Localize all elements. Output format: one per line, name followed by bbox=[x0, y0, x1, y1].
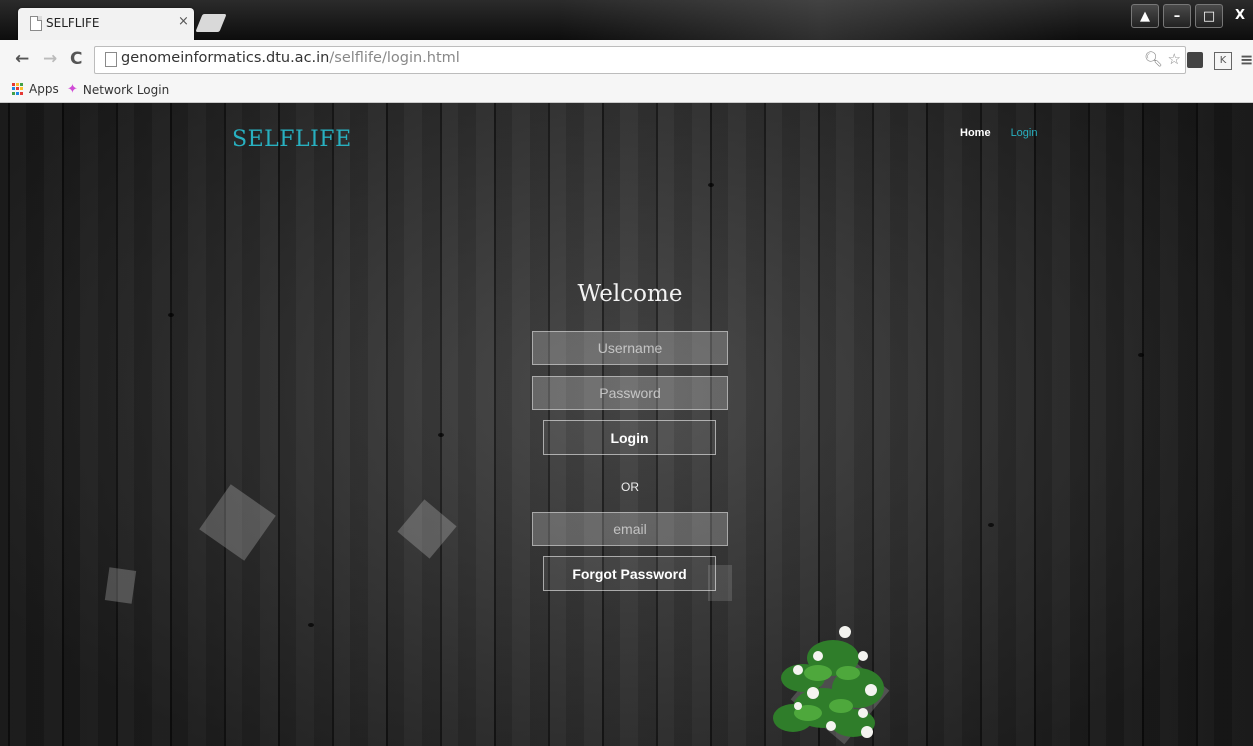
back-button[interactable]: ← bbox=[15, 49, 29, 69]
login-button[interactable]: Login bbox=[543, 420, 716, 455]
apps-grid-icon bbox=[12, 83, 24, 95]
wood-knot bbox=[168, 313, 174, 317]
wood-knot bbox=[308, 623, 314, 627]
url-path: /selflife/login.html bbox=[329, 50, 460, 66]
bookmark-apps[interactable]: Apps bbox=[12, 82, 59, 96]
nav-login-link[interactable]: Login bbox=[1011, 127, 1038, 139]
new-tab-button[interactable] bbox=[195, 14, 227, 32]
close-window-button[interactable]: X bbox=[1227, 4, 1253, 26]
browser-tab[interactable]: SELFLIFE × bbox=[18, 8, 194, 40]
tabstrip-highlight bbox=[560, 0, 1080, 40]
bookmarks-bar: Apps ✦ Network Login bbox=[0, 78, 1253, 103]
extension-k-icon[interactable]: K bbox=[1214, 52, 1232, 70]
tab-close-icon[interactable]: × bbox=[178, 14, 189, 29]
flower-plant-image bbox=[773, 626, 890, 745]
chrome-menu-icon[interactable]: ≡ bbox=[1240, 50, 1253, 69]
wood-knot bbox=[1138, 353, 1144, 357]
tab-title: SELFLIFE bbox=[46, 16, 100, 30]
bookmark-label: Network Login bbox=[82, 82, 170, 97]
bookmark-network-login[interactable]: ✦ Network Login bbox=[67, 82, 169, 97]
extension-icon[interactable] bbox=[1187, 52, 1203, 68]
reload-button[interactable]: C bbox=[70, 49, 82, 69]
forgot-password-button[interactable]: Forgot Password bbox=[543, 556, 716, 591]
site-nav: Home Login bbox=[960, 127, 1037, 139]
email-input[interactable] bbox=[532, 512, 728, 546]
site-logo[interactable]: SELFLIFE bbox=[232, 127, 352, 152]
bookmark-label: Apps bbox=[29, 82, 59, 96]
maximize-button[interactable]: □ bbox=[1195, 4, 1223, 28]
address-bar[interactable]: genomeinformatics.dtu.ac.in/selflife/log… bbox=[94, 46, 1186, 74]
tab-strip: SELFLIFE × ▲ – □ X bbox=[0, 0, 1253, 40]
password-input[interactable] bbox=[532, 376, 728, 410]
profile-button[interactable]: ▲ bbox=[1131, 4, 1159, 28]
nav-home-link[interactable]: Home bbox=[960, 127, 991, 139]
bookmark-star-icon[interactable]: ☆ bbox=[1168, 50, 1181, 68]
url-host: genomeinformatics.dtu.ac.in bbox=[121, 50, 330, 66]
window-controls: ▲ – □ X bbox=[1131, 4, 1253, 30]
page-viewport: SELFLIFE Home Login Welcome Login OR For… bbox=[8, 103, 1245, 746]
zoom-icon[interactable]: 🔍︎ bbox=[1144, 50, 1163, 68]
omnibox-icons: 🔍︎ ☆ bbox=[1144, 50, 1181, 68]
wood-knot bbox=[708, 183, 714, 187]
decorative-square bbox=[104, 567, 137, 604]
page-icon bbox=[105, 52, 117, 67]
wood-knot bbox=[988, 523, 994, 527]
wood-knot bbox=[438, 433, 444, 437]
url-text[interactable]: genomeinformatics.dtu.ac.in/selflife/log… bbox=[121, 50, 460, 66]
minimize-button[interactable]: – bbox=[1163, 4, 1191, 28]
forward-button[interactable]: → bbox=[43, 49, 57, 69]
username-input[interactable] bbox=[532, 331, 728, 365]
or-separator: OR bbox=[621, 480, 639, 494]
welcome-heading: Welcome bbox=[577, 281, 683, 307]
network-login-icon: ✦ bbox=[67, 82, 78, 97]
page-icon bbox=[30, 16, 42, 31]
